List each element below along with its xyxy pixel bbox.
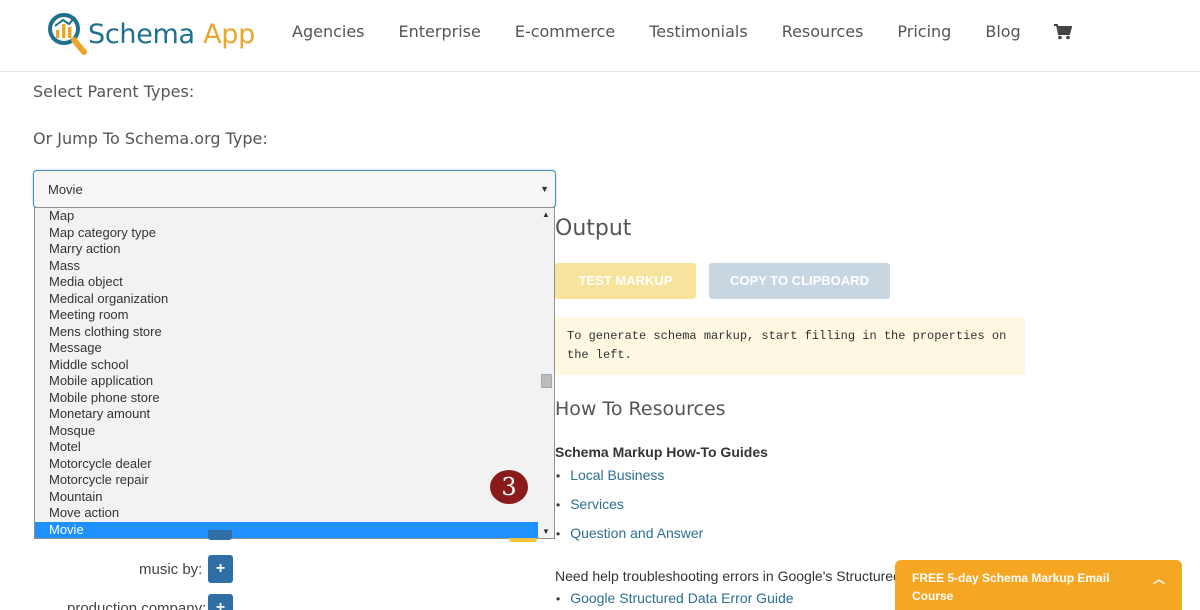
option-move-action[interactable]: Move action [35, 505, 538, 522]
option-mens-clothing-store[interactable]: Mens clothing store [35, 324, 538, 341]
promo-text: FREE 5-day Schema Markup Email Course [912, 571, 1110, 603]
how-to-resources-title: How To Resources [555, 398, 726, 420]
nav-resources[interactable]: Resources [782, 22, 864, 41]
guide-link-label: Question and Answer [570, 525, 704, 541]
option-mobile-phone-store[interactable]: Mobile phone store [35, 390, 538, 407]
nav-agencies[interactable]: Agencies [292, 22, 365, 41]
option-mosque[interactable]: Mosque [35, 423, 538, 440]
option-movie-selected[interactable]: Movie [35, 521, 538, 538]
main-nav: Agencies Enterprise E-commerce Testimoni… [275, 22, 1072, 41]
option-media-object[interactable]: Media object [35, 274, 538, 291]
option-medical-organization[interactable]: Medical organization [35, 291, 538, 308]
production-company-label: production company: [67, 600, 207, 610]
option-motorcycle-dealer[interactable]: Motorcycle dealer [35, 456, 538, 473]
option-map-category-type[interactable]: Map category type [35, 225, 538, 242]
guide-link-local-business[interactable]: • Local Business [556, 467, 664, 483]
step-number-badge: 3 [490, 470, 528, 504]
bullet-icon: • [556, 498, 561, 512]
add-production-company-button[interactable]: + [208, 594, 233, 610]
copy-to-clipboard-button[interactable]: COPY TO CLIPBOARD [709, 263, 890, 299]
bullet-icon: • [556, 469, 561, 483]
parent-types-label: Select Parent Types: [33, 82, 195, 101]
error-guide-label: Google Structured Data Error Guide [570, 590, 794, 606]
option-mobile-application[interactable]: Mobile application [35, 373, 538, 390]
scroll-down-icon[interactable]: ▼ [542, 527, 550, 536]
bullet-icon: • [556, 592, 561, 606]
nav-enterprise[interactable]: Enterprise [399, 22, 481, 41]
schema-type-select[interactable]: Movie ▼ [33, 170, 556, 208]
magnifier-chart-logo-icon [48, 13, 87, 55]
option-middle-school[interactable]: Middle school [35, 357, 538, 374]
music-by-label: music by: [139, 561, 203, 578]
option-marry-action[interactable]: Marry action [35, 241, 538, 258]
chevron-up-icon[interactable]: ︿ [1153, 570, 1165, 588]
logo[interactable]: Schema App [44, 8, 255, 60]
add-music-by-button[interactable]: + [208, 555, 233, 583]
error-guide-link[interactable]: • Google Structured Data Error Guide [556, 590, 794, 606]
guide-link-question-and-answer[interactable]: • Question and Answer [556, 525, 703, 541]
options-scrollbar[interactable]: ▲ ▼ [538, 208, 554, 538]
jump-to-type-label: Or Jump To Schema.org Type: [33, 129, 268, 148]
bullet-icon: • [556, 527, 561, 541]
option-message[interactable]: Message [35, 340, 538, 357]
output-hint-box: To generate schema markup, start filling… [555, 317, 1025, 375]
option-monetary-amount[interactable]: Monetary amount [35, 406, 538, 423]
cart-icon[interactable] [1053, 23, 1072, 40]
option-motel[interactable]: Motel [35, 439, 538, 456]
property-action-button-partial[interactable] [509, 538, 537, 542]
logo-word-app: App [203, 18, 255, 50]
dropdown-caret-icon: ▼ [540, 184, 549, 194]
guide-link-services[interactable]: • Services [556, 496, 624, 512]
site-header: Schema App Agencies Enterprise E-commerc… [0, 0, 1200, 72]
schema-type-options-list[interactable]: Map Map category type Marry action Mass … [34, 207, 555, 539]
email-course-promo[interactable]: FREE 5-day Schema Markup Email Course ︿ [895, 560, 1182, 610]
option-meeting-room[interactable]: Meeting room [35, 307, 538, 324]
logo-word-schema: Schema [88, 18, 195, 50]
how-to-guides-heading: Schema Markup How-To Guides [555, 444, 768, 460]
output-title: Output [555, 216, 632, 241]
option-mountain[interactable]: Mountain [35, 489, 538, 506]
nav-pricing[interactable]: Pricing [897, 22, 951, 41]
scroll-up-icon[interactable]: ▲ [542, 210, 550, 219]
nav-ecommerce[interactable]: E-commerce [515, 22, 615, 41]
nav-testimonials[interactable]: Testimonials [649, 22, 748, 41]
nav-blog[interactable]: Blog [985, 22, 1020, 41]
guide-link-label: Services [570, 496, 624, 512]
guide-link-label: Local Business [570, 467, 665, 483]
option-map[interactable]: Map [35, 208, 538, 225]
selected-type-value: Movie [48, 182, 83, 197]
add-property-button-partial[interactable] [208, 530, 232, 540]
option-mass[interactable]: Mass [35, 258, 538, 275]
logo-text: Schema App [88, 19, 255, 50]
option-motorcycle-repair[interactable]: Motorcycle repair [35, 472, 538, 489]
scrollbar-thumb[interactable] [541, 374, 552, 388]
test-markup-button[interactable]: TEST MARKUP [555, 263, 696, 299]
